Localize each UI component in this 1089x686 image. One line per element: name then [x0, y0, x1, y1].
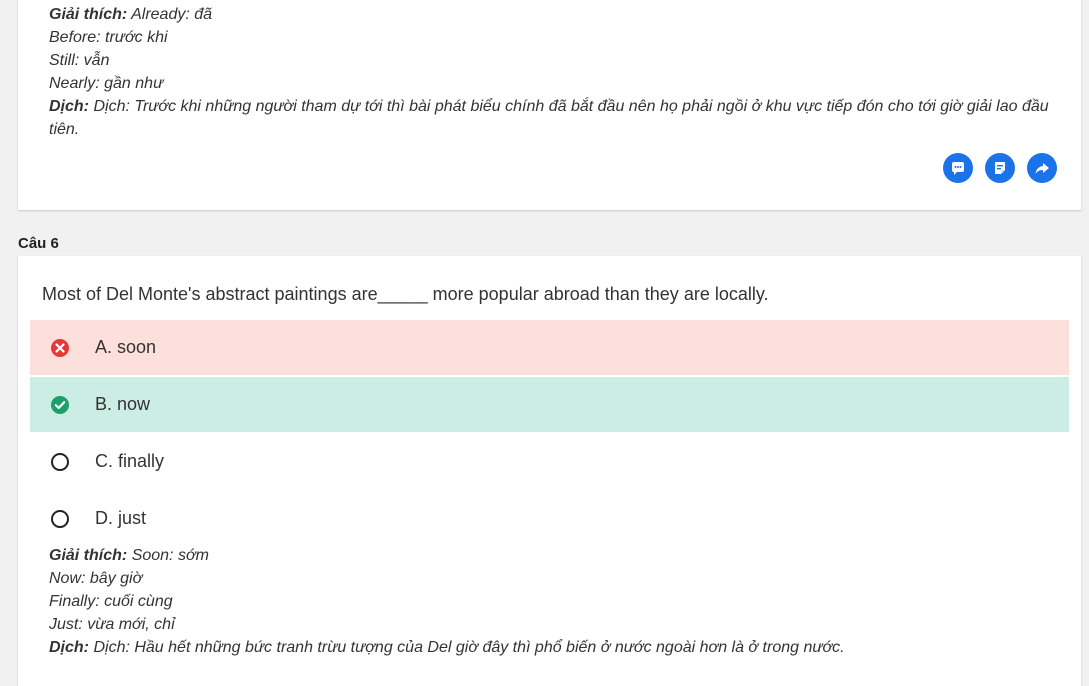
- radio-icon: [49, 508, 71, 530]
- action-buttons: [943, 153, 1057, 183]
- previous-question-card: Giải thích: Already: đã Before: trước kh…: [18, 0, 1081, 210]
- question-card: Most of Del Monte's abstract paintings a…: [18, 256, 1081, 686]
- option-label: D. just: [95, 508, 147, 528]
- translation-text: Dịch: Hầu hết những bức tranh trừu tượng…: [93, 639, 845, 656]
- explanation-line: Now: bây giờ: [49, 570, 143, 587]
- question-number: Câu 6: [18, 235, 59, 252]
- explanation-line: Still: vẫn: [49, 52, 110, 69]
- explanation-line: Nearly: gần như: [49, 75, 164, 92]
- comment-icon: [952, 162, 964, 175]
- wrong-icon: [49, 337, 71, 359]
- explanation-line: Before: trước khi: [49, 29, 168, 46]
- question-explanation: Giải thích: Soon: sớm Now: bây giờ Final…: [49, 544, 1057, 659]
- translation-label: Dịch:: [49, 639, 89, 656]
- note-icon: [995, 162, 1005, 174]
- explanation-label: Giải thích:: [49, 6, 128, 23]
- comment-button[interactable]: [943, 153, 973, 183]
- radio-icon: [49, 451, 71, 473]
- share-icon: [1035, 163, 1049, 174]
- option-a[interactable]: A. soon: [30, 320, 1069, 375]
- note-button[interactable]: [985, 153, 1015, 183]
- explanation-line: Just: vừa mới, chỉ: [49, 616, 175, 633]
- option-c[interactable]: C. finally: [30, 434, 1069, 489]
- translation-label: Dịch:: [49, 98, 89, 115]
- explanation-line: Already: đã: [131, 6, 213, 23]
- explanation-line: Soon: sớm: [131, 547, 209, 564]
- option-label: B. now: [95, 394, 151, 414]
- explanation-label: Giải thích:: [49, 547, 128, 564]
- check-icon: [49, 394, 71, 416]
- option-label: C. finally: [95, 451, 165, 471]
- question-text: Most of Del Monte's abstract paintings a…: [42, 284, 769, 304]
- explanation-line: Finally: cuối cùng: [49, 593, 173, 610]
- share-button[interactable]: [1027, 153, 1057, 183]
- option-d[interactable]: D. just: [30, 491, 1069, 546]
- translation-text: Dịch: Trước khi những người tham dự tới …: [49, 98, 1049, 138]
- option-b[interactable]: B. now: [30, 377, 1069, 432]
- previous-explanation: Giải thích: Already: đã Before: trước kh…: [49, 3, 1057, 141]
- option-label: A. soon: [95, 337, 157, 357]
